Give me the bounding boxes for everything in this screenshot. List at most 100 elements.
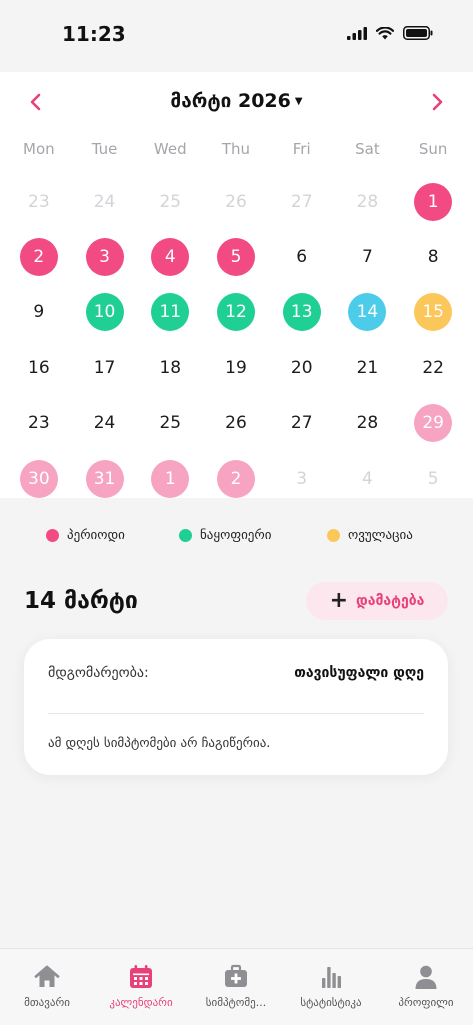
legend-item-ovulation: ოვულაცია bbox=[327, 528, 413, 543]
next-month-chevron-icon[interactable] bbox=[425, 90, 449, 114]
calendar-cell: 31 bbox=[72, 451, 138, 506]
legend-dot bbox=[179, 529, 192, 542]
calendar-day[interactable]: 7 bbox=[348, 238, 386, 276]
tab-label: კალენდარი bbox=[109, 996, 173, 1009]
calendar-day[interactable]: 28 bbox=[348, 404, 386, 442]
tab-symptoms[interactable]: სიმპტომე... bbox=[188, 963, 284, 1009]
legend: პერიოდი ნაყოფიერი ოვულაცია bbox=[0, 528, 473, 550]
profile-icon bbox=[415, 965, 437, 989]
calendar-cell: 4 bbox=[137, 229, 203, 284]
weekday-label: Thu bbox=[221, 140, 251, 158]
calendar-day[interactable]: 19 bbox=[217, 349, 255, 387]
symptoms-note: ამ დღეს სიმპტომები არ ჩაგიწერია. bbox=[48, 736, 271, 751]
calendar-cell: 5 bbox=[203, 229, 269, 284]
tab-label: სიმპტომე... bbox=[205, 996, 267, 1009]
plus-icon: + bbox=[329, 588, 349, 613]
calendar-day[interactable]: 12 bbox=[216, 293, 255, 332]
calendar-cell: 28 bbox=[335, 396, 401, 451]
calendar-cell: 22 bbox=[400, 340, 466, 395]
calendar-cell: 9 bbox=[6, 285, 72, 340]
calendar-day[interactable]: 2 bbox=[19, 238, 58, 277]
calendar-icon bbox=[130, 965, 152, 988]
calendar-day[interactable]: 1 bbox=[414, 182, 453, 221]
weekday-label: Mon bbox=[23, 140, 55, 158]
calendar-day[interactable]: 11 bbox=[151, 293, 190, 332]
month-selector[interactable]: მარტი 2026 ▼ bbox=[0, 90, 473, 112]
tab-statistics[interactable]: სტატისტიკა bbox=[283, 963, 379, 1009]
caret-down-icon: ▼ bbox=[294, 96, 303, 107]
medkit-icon bbox=[225, 964, 247, 987]
calendar-day[interactable]: 21 bbox=[348, 349, 386, 387]
calendar-cell: 23 bbox=[6, 396, 72, 451]
calendar-day[interactable]: 18 bbox=[151, 349, 189, 387]
calendar-day[interactable]: 2 bbox=[216, 459, 255, 498]
calendar-day: 25 bbox=[159, 191, 182, 212]
day-detail-card: მდგომარეობა: თავისუფალი დღე ამ დღეს სიმპ… bbox=[24, 639, 448, 775]
calendar-cell: 23 bbox=[6, 174, 72, 229]
calendar-day: 4 bbox=[362, 468, 373, 489]
legend-item-fertile: ნაყოფიერი bbox=[179, 528, 271, 543]
calendar-day[interactable]: 9 bbox=[20, 293, 58, 331]
calendar-panel: მარტი 2026 ▼ Mon Tue Wed Thu Fri Sat Sun 23 24 25… bbox=[0, 72, 473, 498]
calendar-day[interactable]: 4 bbox=[151, 238, 190, 277]
calendar-cell: 26 bbox=[203, 174, 269, 229]
add-entry-button[interactable]: + დამატება bbox=[306, 582, 448, 620]
calendar-day[interactable]: 3 bbox=[85, 238, 124, 277]
calendar-day[interactable]: 5 bbox=[216, 238, 255, 277]
calendar-day[interactable]: 24 bbox=[86, 404, 124, 442]
status-icons bbox=[347, 26, 433, 40]
calendar-cell: 24 bbox=[72, 174, 138, 229]
tab-bar: მთავარი კალენდარი სიმპტომე... სტატისტიკა bbox=[0, 948, 473, 1025]
calendar-day[interactable]: 16 bbox=[20, 349, 58, 387]
calendar-cell: 25 bbox=[137, 396, 203, 451]
calendar-cell: 6 bbox=[269, 229, 335, 284]
calendar-day[interactable]: 14 bbox=[348, 293, 387, 332]
calendar-cell: 10 bbox=[72, 285, 138, 340]
calendar-day: 23 bbox=[28, 191, 50, 212]
calendar-cell: 24 bbox=[72, 396, 138, 451]
calendar-day[interactable]: 26 bbox=[217, 404, 255, 442]
calendar-day[interactable]: 27 bbox=[283, 404, 321, 442]
calendar-cell: 13 bbox=[269, 285, 335, 340]
calendar-day[interactable]: 6 bbox=[283, 238, 321, 276]
calendar-cell: 20 bbox=[269, 340, 335, 395]
month-title: მარტი 2026 bbox=[170, 90, 291, 112]
tab-label: პროფილი bbox=[398, 996, 454, 1009]
calendar-cell: 17 bbox=[72, 340, 138, 395]
calendar-day[interactable]: 8 bbox=[414, 238, 452, 276]
tab-home[interactable]: მთავარი bbox=[0, 963, 95, 1009]
calendar-day[interactable]: 13 bbox=[282, 293, 321, 332]
calendar-day[interactable]: 29 bbox=[414, 404, 453, 443]
calendar-cell: 7 bbox=[335, 229, 401, 284]
calendar-grid: 23 24 25 26 27 28 1 2 3 4 5 6 7 8 9 10 11 12 13 14 15 16 17 18 1… bbox=[6, 174, 466, 506]
calendar-cell: 26 bbox=[203, 396, 269, 451]
calendar-cell: 21 bbox=[335, 340, 401, 395]
divider bbox=[48, 713, 424, 714]
calendar-day[interactable]: 1 bbox=[151, 459, 190, 498]
calendar-cell: 11 bbox=[137, 285, 203, 340]
legend-dot bbox=[46, 529, 59, 542]
wifi-icon bbox=[376, 26, 394, 39]
calendar-day[interactable]: 31 bbox=[85, 459, 124, 498]
calendar-day[interactable]: 20 bbox=[283, 349, 321, 387]
calendar-cell: 5 bbox=[400, 451, 466, 506]
calendar-cell: 29 bbox=[400, 396, 466, 451]
tab-calendar[interactable]: კალენდარი bbox=[93, 963, 189, 1009]
weekday-label: Fri bbox=[292, 140, 311, 158]
weekday-label: Wed bbox=[153, 140, 187, 158]
calendar-day[interactable]: 30 bbox=[19, 459, 58, 498]
calendar-day[interactable]: 22 bbox=[414, 349, 452, 387]
bar-chart-icon bbox=[322, 967, 341, 988]
calendar-day[interactable]: 23 bbox=[20, 404, 58, 442]
calendar-day: 5 bbox=[427, 468, 439, 489]
calendar-day[interactable]: 10 bbox=[85, 293, 124, 332]
selected-date-title: 14 მარტი bbox=[24, 588, 138, 614]
calendar-day[interactable]: 15 bbox=[414, 293, 453, 332]
tab-profile[interactable]: პროფილი bbox=[378, 963, 473, 1009]
calendar-day: 24 bbox=[93, 191, 116, 212]
calendar-day[interactable]: 25 bbox=[151, 404, 189, 442]
calendar-day[interactable]: 17 bbox=[86, 349, 124, 387]
calendar-cell: 27 bbox=[269, 174, 335, 229]
calendar-cell: 15 bbox=[400, 285, 466, 340]
calendar-cell: 2 bbox=[6, 229, 72, 284]
